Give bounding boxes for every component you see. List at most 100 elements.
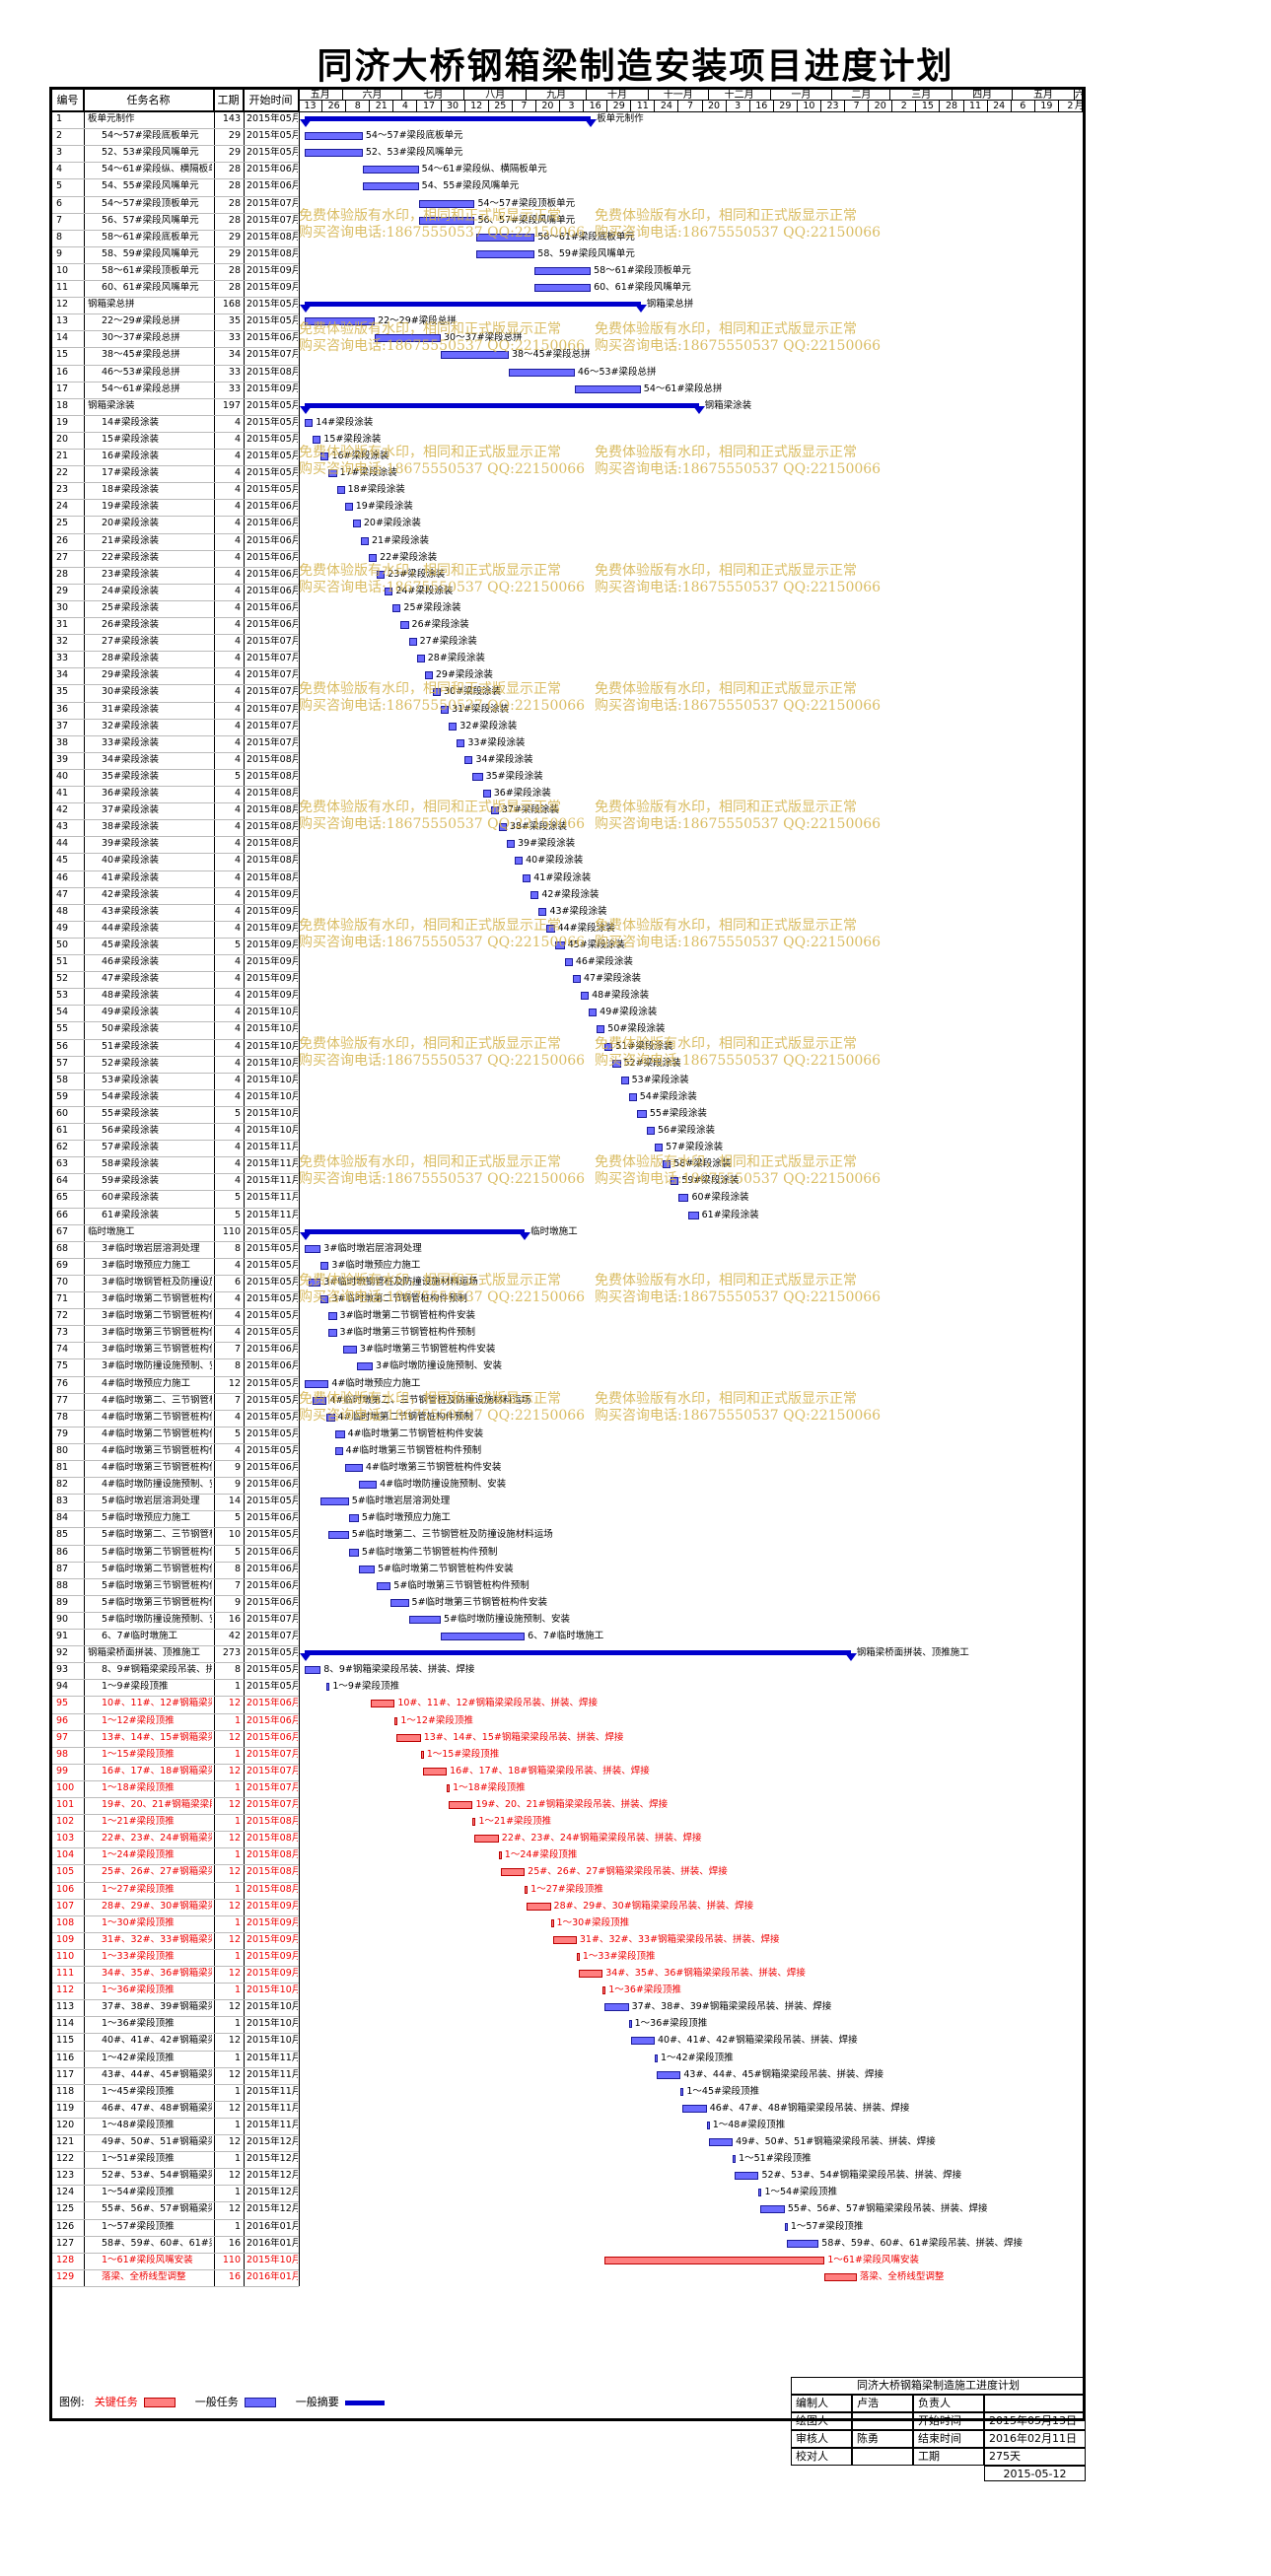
task-id: 63	[56, 1158, 69, 1170]
timeline-day: 3	[727, 101, 750, 111]
task-duration: 4	[234, 1158, 241, 1170]
row-divider	[52, 1005, 299, 1007]
task-start: 2015年05月13日	[247, 1242, 298, 1254]
task-name: 5#临时墩第三节钢管桩构件预制	[102, 1579, 212, 1591]
task-id: 30	[56, 601, 69, 613]
row-divider	[52, 1729, 299, 1731]
task-name: 46#梁段涂装	[102, 956, 160, 967]
watermark-line: 免费体验版有水印，相同和正式版显示正常	[595, 563, 857, 579]
task-duration: 16	[228, 2270, 241, 2282]
critical-task-bar	[576, 1952, 580, 1961]
task-id: 109	[56, 1933, 75, 1945]
task-duration: 4	[234, 636, 241, 648]
task-start: 2015年10月14日	[247, 1057, 298, 1069]
task-name: 38～45#梁段总拼	[102, 349, 180, 361]
task-id: 22	[56, 467, 69, 479]
bar-label: 5#临时墩第二节钢管桩构件安装	[378, 1563, 514, 1574]
task-start: 2015年09月11日	[247, 922, 298, 934]
bar-label: 55#梁段涂装	[649, 1107, 707, 1119]
page-title: 同济大桥钢箱梁制造安装项目进度计划	[317, 45, 954, 87]
row-divider	[52, 599, 299, 601]
watermark-line: 购买咨询电话:18675550537 QQ:22150066	[595, 935, 882, 950]
task-id: 108	[56, 1916, 75, 1928]
watermark-line: 购买咨询电话:18675550537 QQ:22150066	[299, 935, 586, 950]
row-divider	[52, 651, 299, 653]
task-bar	[657, 2070, 681, 2079]
row-divider	[52, 381, 299, 383]
task-id: 49	[56, 922, 69, 934]
task-name: 60#梁段涂装	[102, 1192, 160, 1204]
task-id: 51	[56, 956, 69, 967]
task-duration: 29	[228, 147, 241, 159]
row-divider	[52, 1088, 299, 1090]
bar-label: 54～61#梁段总拼	[643, 383, 723, 394]
task-name: 板单元制作	[88, 113, 135, 124]
bar-label: 1～61#梁段风嘴安装	[827, 2254, 919, 2265]
task-name: 43#梁段涂装	[102, 905, 160, 917]
task-name: 3#临时墩岩层溶洞处理	[102, 1242, 200, 1254]
task-bar	[305, 1244, 321, 1253]
task-duration: 8	[234, 1664, 241, 1676]
info-cell: 审核人	[791, 2430, 852, 2448]
watermark: 免费体验版有水印，相同和正式版显示正常 购买咨询电话:18675550537 QQ…	[595, 918, 881, 951]
task-id: 85	[56, 1529, 69, 1541]
task-bar	[784, 2222, 788, 2231]
task-bar	[392, 603, 401, 612]
legend-critical-swatch	[143, 2398, 176, 2407]
task-id: 96	[56, 1714, 69, 1726]
row-divider	[52, 1325, 299, 1327]
task-id: 6	[56, 197, 63, 209]
row-divider	[52, 297, 299, 299]
info-cell: 结束时间	[913, 2430, 984, 2448]
bar-label: 1～48#梁段顶推	[712, 2119, 786, 2130]
task-id: 47	[56, 888, 69, 900]
task-duration: 4	[234, 753, 241, 765]
task-duration: 1	[234, 1849, 241, 1861]
row-divider	[52, 1898, 299, 1900]
watermark-line: 购买咨询电话:18675550537 QQ:22150066	[595, 338, 882, 354]
task-id: 70	[56, 1276, 69, 1288]
task-id: 48	[56, 905, 69, 917]
legend-prefix: 图例:	[59, 2396, 85, 2408]
critical-task-bar	[498, 1851, 502, 1860]
task-id: 23	[56, 484, 69, 496]
timeline-day: 7	[678, 101, 703, 111]
row-divider	[52, 819, 299, 821]
info-cell: 绘图人	[791, 2412, 852, 2430]
watermark: 免费体验版有水印，相同和正式版显示正常 购买咨询电话:18675550537 QQ…	[299, 445, 585, 478]
timeline-month: 十月	[587, 90, 649, 101]
task-bar	[342, 1346, 357, 1355]
watermark: 免费体验版有水印，相同和正式版显示正常 购买咨询电话:18675550537 QQ…	[595, 1154, 881, 1188]
row-divider	[52, 802, 299, 804]
task-id: 62	[56, 1142, 69, 1153]
bar-label: 1～15#梁段顶推	[426, 1748, 500, 1760]
task-id: 125	[56, 2203, 75, 2215]
task-start: 2015年08月14日	[247, 804, 298, 816]
task-duration: 28	[228, 197, 241, 209]
task-id: 97	[56, 1731, 69, 1743]
task-start: 2015年11月05日	[247, 2068, 298, 2080]
task-duration: 273	[222, 1647, 241, 1659]
timeline-month: 五月	[1013, 90, 1075, 101]
task-duration: 4	[234, 855, 241, 867]
task-duration: 4	[234, 736, 241, 748]
task-bar	[305, 132, 363, 141]
task-id: 93	[56, 1664, 69, 1676]
bar-label: 3#临时墩岩层溶洞处理	[323, 1242, 422, 1254]
task-start: 2015年05月13日	[247, 299, 298, 311]
task-duration: 12	[228, 1833, 241, 1845]
task-bar	[620, 1076, 629, 1084]
task-id: 18	[56, 399, 69, 411]
bar-label: 1～54#梁段顶推	[764, 2187, 838, 2198]
task-id: 2	[56, 130, 63, 142]
row-divider	[52, 1190, 299, 1192]
task-name: 46～53#梁段总拼	[102, 366, 180, 378]
watermark: 免费体验版有水印，相同和正式版显示正常 购买咨询电话:18675550537 QQ…	[299, 681, 585, 715]
task-name: 41#梁段涂装	[102, 871, 160, 883]
bar-label: 36#梁段涂装	[493, 788, 551, 799]
timeline-day: 15	[916, 101, 941, 111]
bar-label: 61#梁段涂装	[701, 1209, 759, 1220]
task-start: 2015年05月28日	[247, 1444, 298, 1456]
watermark-line: 购买咨询电话:18675550537 QQ:22150066	[299, 225, 586, 241]
row-divider	[52, 195, 299, 197]
